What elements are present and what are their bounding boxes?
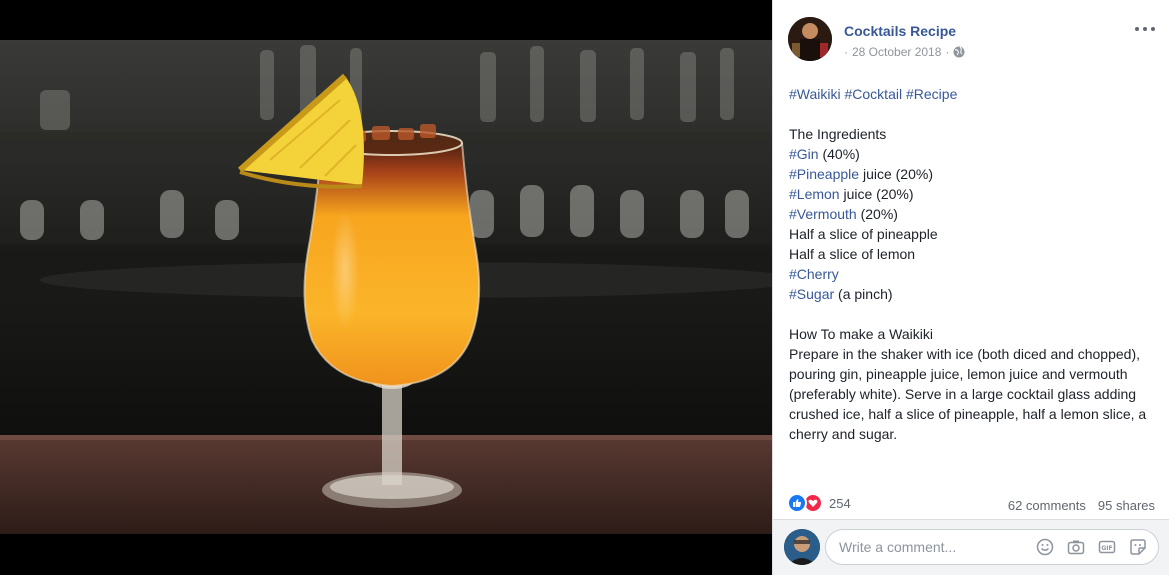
post-stats: 254 62 comments 95 shares (787, 493, 1155, 515)
ingredient-line: #Cherry (789, 264, 1157, 284)
ingredient-text: (40%) (818, 146, 860, 162)
ingredient-text: (a pinch) (834, 286, 893, 302)
sticker-icon[interactable] (1128, 537, 1148, 557)
comment-tools: GIF (1035, 537, 1148, 557)
howto-text: Prepare in the shaker with ice (both dic… (789, 346, 1147, 442)
post-meta: · 28 October 2018 · (844, 45, 965, 59)
ingredient-line: #Lemon juice (20%) (789, 184, 1157, 204)
hashtag-link[interactable]: #Recipe (906, 86, 957, 102)
ingredient-text: juice (20%) (859, 166, 933, 182)
page-name[interactable]: Cocktails Recipe (844, 23, 956, 39)
ingredient-text: juice (20%) (839, 186, 914, 202)
gif-icon[interactable]: GIF (1097, 537, 1117, 557)
hashtag-link[interactable]: #Cocktail (845, 86, 903, 102)
more-options-icon[interactable] (1133, 21, 1157, 37)
photo-viewer (0, 0, 772, 575)
ingredient-tag[interactable]: #Lemon (789, 186, 840, 202)
ingredient-text: Half a slice of pineapple (789, 226, 938, 242)
camera-icon[interactable] (1066, 537, 1086, 557)
ingredient-line: Half a slice of lemon (789, 244, 1157, 264)
post-date[interactable]: 28 October 2018 (852, 45, 941, 59)
shares-count[interactable]: 95 shares (1098, 498, 1155, 513)
ingredient-line: #Sugar (a pinch) (789, 284, 1157, 304)
comments-count[interactable]: 62 comments (1008, 498, 1086, 513)
hashtag-line: #Waikiki #Cocktail #Recipe (789, 84, 1157, 104)
comment-composer: GIF (773, 519, 1169, 575)
page-avatar[interactable] (788, 17, 832, 61)
ingredient-line: #Pineapple juice (20%) (789, 164, 1157, 184)
ingredient-tag[interactable]: #Cherry (789, 266, 839, 282)
ingredient-tag[interactable]: #Pineapple (789, 166, 859, 182)
like-reaction-icon (787, 493, 807, 513)
ingredient-text: Half a slice of lemon (789, 246, 916, 262)
post-panel: Cocktails Recipe · 28 October 2018 · #Wa… (772, 0, 1169, 575)
ingredient-tag[interactable]: #Sugar (789, 286, 834, 302)
post-header: Cocktails Recipe · 28 October 2018 · (788, 17, 1157, 65)
cocktail-photo[interactable] (0, 40, 772, 534)
howto-title: How To make a Waikiki (789, 326, 933, 342)
ingredient-line: Half a slice of pineapple (789, 224, 1157, 244)
reactions-summary[interactable]: 254 (787, 493, 851, 513)
comment-input[interactable] (826, 530, 1026, 564)
svg-text:GIF: GIF (1101, 545, 1112, 552)
meta-separator: · (945, 45, 950, 59)
ingredients-title: The Ingredients (789, 126, 887, 142)
meta-separator: · (844, 45, 848, 59)
reactions-count[interactable]: 254 (829, 496, 851, 511)
ingredient-tag[interactable]: #Vermouth (789, 206, 857, 222)
ingredient-line: #Gin (40%) (789, 144, 1157, 164)
ingredient-line: #Vermouth (20%) (789, 204, 1157, 224)
emoji-icon[interactable] (1035, 537, 1055, 557)
post-text: #Waikiki #Cocktail #Recipe The Ingredien… (789, 84, 1157, 444)
ingredient-tag[interactable]: #Gin (789, 146, 819, 162)
hashtag-link[interactable]: #Waikiki (789, 86, 841, 102)
comment-box[interactable]: GIF (825, 529, 1159, 565)
ingredient-text: (20%) (856, 206, 898, 222)
globe-icon[interactable] (953, 46, 965, 58)
user-avatar[interactable] (784, 529, 820, 565)
engagement-counts: 62 comments 95 shares (1008, 498, 1155, 513)
